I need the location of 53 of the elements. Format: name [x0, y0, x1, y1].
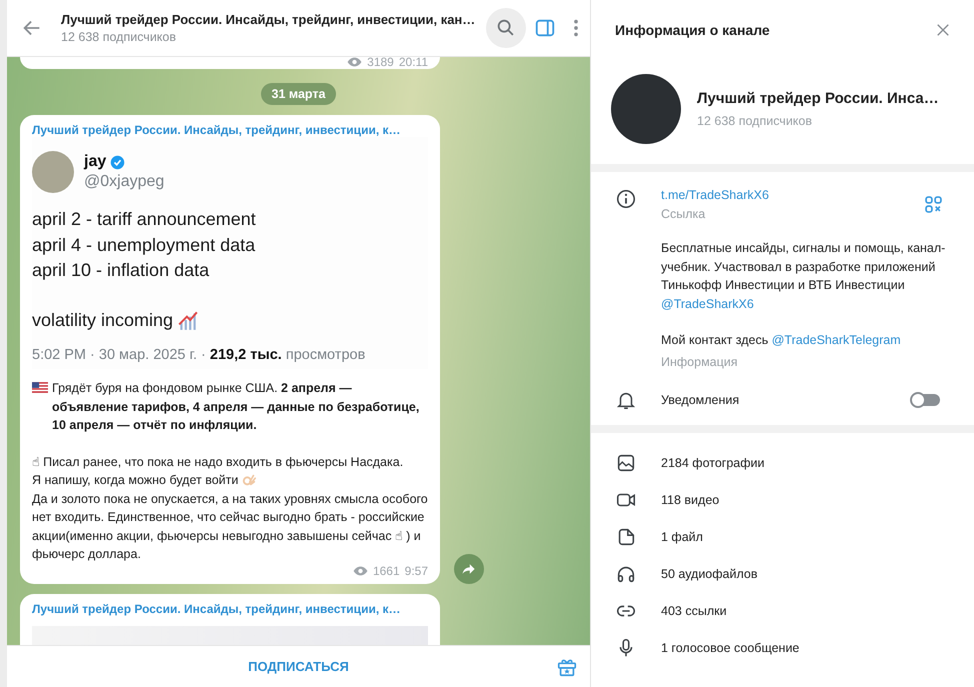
- link-label: Ссылка: [661, 207, 706, 221]
- subscriber-count: 12 638 подписчиков: [697, 114, 814, 128]
- mention-link[interactable]: @TradeSharkTelegram: [772, 333, 901, 347]
- subscribe-button[interactable]: ПОДПИСАТЬСЯ: [238, 653, 359, 680]
- channel-name[interactable]: Лучший трейдер России. Инсайды, трейдинг, инвестиции, к…: [32, 602, 428, 616]
- info-icon: [615, 188, 637, 210]
- media-row[interactable]: 50 аудиофайлов: [591, 556, 974, 592]
- tweet-author: jay: [84, 153, 106, 171]
- search-button[interactable]: [486, 8, 526, 48]
- chart-icon: [177, 309, 200, 332]
- photo-icon: [615, 452, 637, 474]
- message-text: Грядёт буря на фондовом рынке США. 2 апреля — объявление тарифов, 4 апреля — данные по безработице, 10 апреля — отчёт по инфляции.: [52, 380, 420, 434]
- tweet-line: april 2 - tariff announcement: [32, 208, 257, 231]
- sidebar-toggle-icon[interactable]: [534, 17, 556, 39]
- ok-hand-icon: [242, 473, 256, 488]
- tweet-line: april 4 - unemployment data: [32, 234, 256, 257]
- tweet-handle: @0xjaypeg: [84, 173, 164, 191]
- notifications-toggle[interactable]: [912, 394, 940, 406]
- avatar: [32, 151, 74, 193]
- subscriber-count: 12 638 подписчиков: [61, 30, 178, 44]
- close-icon[interactable]: [936, 23, 950, 37]
- notifications-label: Уведомления: [661, 392, 740, 406]
- media-row[interactable]: 2184 фотографии: [591, 444, 974, 482]
- media-row[interactable]: 118 видео: [591, 482, 974, 518]
- channel-link[interactable]: t.me/TradeSharkX6: [661, 188, 769, 202]
- view-count: 1661: [372, 564, 400, 578]
- date-pill: 31 марта: [260, 83, 336, 105]
- message-text: Да и золото пока не опускается, а на таких уровнях смысла особого нет входить. Единственное, что сейчас выгодно брать - российские акции(именно акции, фьючерсы невыгодно завышены сейчас ☝ ) и фьючерс доллара.: [32, 492, 428, 561]
- media-row[interactable]: 403 ссылки: [591, 592, 974, 630]
- mention-link[interactable]: @TradeSharkX6: [661, 296, 754, 310]
- message-text: ☝ Писал ранее, что пока не надо входить в фьючерсы Насдака.: [32, 454, 404, 468]
- panel-title: Информация о канале: [615, 22, 770, 38]
- view-count: 3189: [367, 57, 394, 69]
- description-label: Информация: [661, 354, 739, 368]
- channel-name[interactable]: Лучший трейдер России. Инсайды, трейдинг, инвестиции, к…: [32, 123, 428, 137]
- media-row[interactable]: 1 голосовое сообщение: [591, 630, 974, 666]
- tweet-line: april 10 - inflation data: [32, 259, 210, 282]
- channel-name: Лучший трейдер России. Инса…: [697, 90, 939, 107]
- channel-description: Мой контакт здесь @TradeSharkTelegram: [661, 332, 902, 349]
- flag-icon: [32, 382, 48, 393]
- tweet-footer: 5:02 PM · 30 мар. 2025 г. · 219,2 тыс. просмотров: [32, 347, 428, 363]
- tweet-line: volatility incoming: [32, 308, 174, 332]
- media-row[interactable]: 1 файл: [591, 518, 974, 556]
- channel-title: Лучший трейдер России. Инсайды, трейдинг, инвестиции, кан…: [61, 12, 476, 27]
- verified-badge-icon: [110, 154, 126, 170]
- message-time: 20:11: [398, 57, 428, 69]
- forward-button[interactable]: [454, 554, 484, 584]
- more-icon[interactable]: [572, 17, 580, 39]
- channel-description: Бесплатные инсайды, сигналы и помощь, канал-учебник. Участвовал в разработке приложений Тинькофф Инвестиции и ВТБ Инвестиции @TradeSharkX6: [661, 240, 946, 312]
- message-time: 9:57: [404, 564, 428, 578]
- eye-icon: [352, 566, 368, 576]
- message-text: Я напишу, когда можно будет войти: [32, 472, 238, 489]
- qr-code-icon[interactable]: [925, 196, 942, 213]
